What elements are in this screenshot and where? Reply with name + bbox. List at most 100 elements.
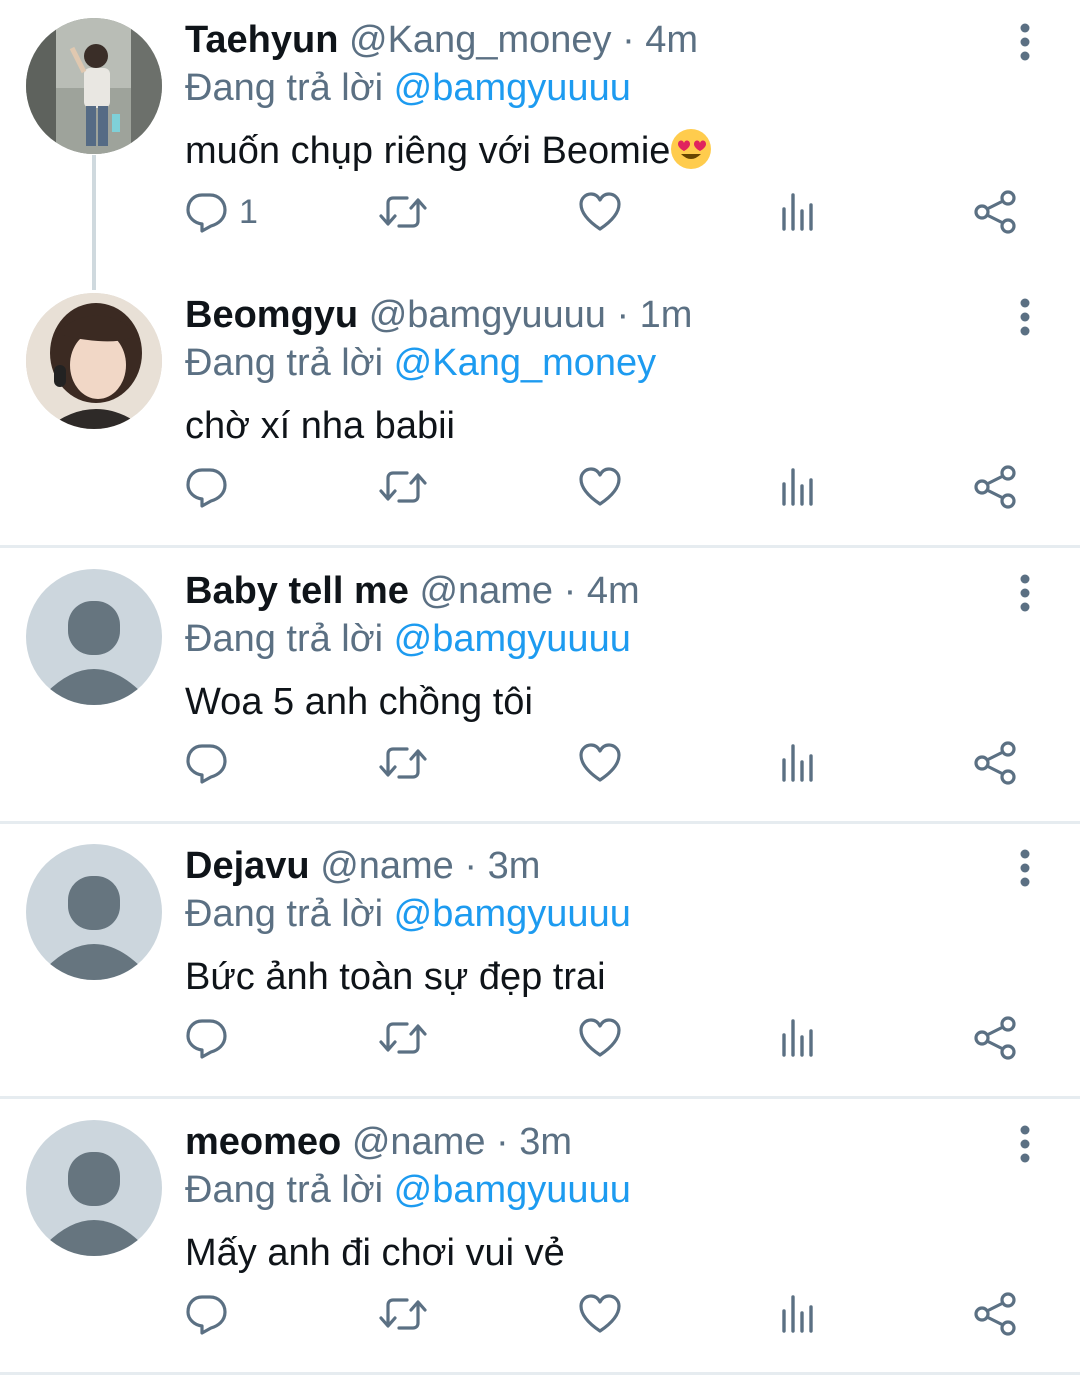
analytics-button[interactable] bbox=[775, 463, 821, 511]
share-button[interactable] bbox=[972, 188, 1018, 236]
display-name[interactable]: Beomgyu bbox=[185, 294, 358, 336]
share-button[interactable] bbox=[972, 739, 1018, 787]
analytics-button[interactable] bbox=[775, 739, 821, 787]
share-button[interactable] bbox=[972, 1290, 1018, 1338]
tweet-text: Bức ảnh toàn sự đẹp trai bbox=[185, 956, 606, 998]
reply-icon bbox=[186, 468, 227, 508]
like-button[interactable] bbox=[577, 1014, 623, 1062]
reply-to-mention[interactable]: @bamgyuuuu bbox=[394, 618, 631, 660]
user-handle[interactable]: @name bbox=[352, 1121, 486, 1163]
avatar[interactable] bbox=[26, 293, 162, 429]
more-vertical-icon bbox=[1020, 298, 1030, 336]
retweet-button[interactable] bbox=[378, 1014, 428, 1062]
heart-icon bbox=[579, 467, 621, 506]
reply-to-mention[interactable]: @Kang_money bbox=[394, 342, 657, 384]
like-button[interactable] bbox=[577, 739, 623, 787]
tweet-text: Woa 5 anh chồng tôi bbox=[185, 681, 533, 723]
analytics-button[interactable] bbox=[775, 188, 821, 236]
reply-button[interactable]: 1 bbox=[183, 188, 258, 236]
tweet-text: chờ xí nha babii bbox=[185, 405, 455, 447]
analytics-button[interactable] bbox=[775, 1014, 821, 1062]
tweet-text: muốn chụp riêng với Beomie bbox=[185, 130, 671, 172]
user-handle[interactable]: @name bbox=[419, 570, 553, 612]
analytics-icon bbox=[782, 193, 813, 231]
retweet-button[interactable] bbox=[378, 739, 428, 787]
display-name[interactable]: Baby tell me bbox=[185, 570, 409, 612]
share-button[interactable] bbox=[972, 1014, 1018, 1062]
retweet-icon bbox=[379, 1022, 427, 1054]
more-options-button[interactable] bbox=[1005, 571, 1045, 615]
display-name[interactable]: Dejavu bbox=[185, 845, 310, 887]
reply-button[interactable] bbox=[183, 463, 229, 511]
tweet-actions bbox=[0, 1014, 1080, 1062]
tweet-actions: 1 bbox=[0, 188, 1080, 236]
retweet-button[interactable] bbox=[378, 463, 428, 511]
share-icon bbox=[974, 741, 1016, 785]
reply-button[interactable] bbox=[183, 1014, 229, 1062]
default-profile-icon bbox=[26, 1120, 162, 1256]
tweet[interactable]: meomeo @name · 3m Đang trả lời @bamgyuuu… bbox=[0, 1102, 1080, 1377]
avatar[interactable] bbox=[26, 18, 162, 154]
analytics-icon bbox=[782, 468, 813, 506]
default-avatar[interactable] bbox=[26, 1120, 162, 1256]
reply-icon bbox=[186, 1295, 227, 1335]
analytics-icon bbox=[782, 1019, 813, 1057]
analytics-button[interactable] bbox=[775, 1290, 821, 1338]
like-button[interactable] bbox=[577, 188, 623, 236]
share-button[interactable] bbox=[972, 463, 1018, 511]
reply-prefix: Đang trả lời bbox=[185, 342, 384, 384]
retweet-icon bbox=[379, 196, 427, 228]
display-name[interactable]: meomeo bbox=[185, 1121, 341, 1163]
user-handle[interactable]: @name bbox=[320, 845, 454, 887]
reply-to-mention[interactable]: @bamgyuuuu bbox=[394, 893, 631, 935]
tweet-actions bbox=[0, 739, 1080, 787]
separator-dot: · bbox=[563, 570, 577, 612]
more-vertical-icon bbox=[1020, 23, 1030, 61]
heart-icon bbox=[579, 743, 621, 782]
tweet[interactable]: Baby tell me @name · 4m Đang trả lời @ba… bbox=[0, 551, 1080, 826]
timestamp[interactable]: 3m bbox=[488, 845, 541, 887]
like-button[interactable] bbox=[577, 463, 623, 511]
share-icon bbox=[974, 1292, 1016, 1336]
reply-to-mention[interactable]: @bamgyuuuu bbox=[394, 1169, 631, 1211]
tweet-actions bbox=[0, 463, 1080, 511]
more-options-button[interactable] bbox=[1005, 1122, 1045, 1166]
reply-prefix: Đang trả lời bbox=[185, 1169, 384, 1211]
reply-prefix: Đang trả lời bbox=[185, 618, 384, 660]
reply-count: 1 bbox=[239, 193, 258, 231]
more-options-button[interactable] bbox=[1005, 295, 1045, 339]
retweet-icon bbox=[379, 1298, 427, 1330]
more-options-button[interactable] bbox=[1005, 846, 1045, 890]
tweet[interactable]: Dejavu @name · 3m Đang trả lời @bamgyuuu… bbox=[0, 826, 1080, 1101]
tweet[interactable]: Taehyun @Kang_money · 4m Đang trả lời @b… bbox=[0, 0, 1080, 290]
timestamp[interactable]: 4m bbox=[645, 19, 698, 61]
tweet-text: Mấy anh đi chơi vui vẻ bbox=[185, 1232, 565, 1274]
analytics-icon bbox=[782, 1295, 813, 1333]
retweet-icon bbox=[379, 471, 427, 503]
retweet-button[interactable] bbox=[378, 188, 428, 236]
timestamp[interactable]: 1m bbox=[640, 294, 693, 336]
timestamp[interactable]: 3m bbox=[519, 1121, 572, 1163]
more-vertical-icon bbox=[1020, 849, 1030, 887]
reply-button[interactable] bbox=[183, 739, 229, 787]
reply-prefix: Đang trả lời bbox=[185, 893, 384, 935]
heart-icon bbox=[579, 192, 621, 231]
default-profile-icon bbox=[26, 844, 162, 980]
user-handle[interactable]: @bamgyuuuu bbox=[369, 294, 606, 336]
like-button[interactable] bbox=[577, 1290, 623, 1338]
retweet-button[interactable] bbox=[378, 1290, 428, 1338]
default-avatar[interactable] bbox=[26, 844, 162, 980]
tweet-text-container: muốn chụp riêng với Beomie bbox=[185, 127, 990, 175]
reply-button[interactable] bbox=[183, 1290, 229, 1338]
more-options-button[interactable] bbox=[1005, 20, 1045, 64]
tweet[interactable]: Beomgyu @bamgyuuuu · 1m Đang trả lời @Ka… bbox=[0, 275, 1080, 550]
default-avatar[interactable] bbox=[26, 569, 162, 705]
display-name[interactable]: Taehyun bbox=[185, 19, 338, 61]
reply-icon bbox=[186, 1019, 227, 1059]
user-handle[interactable]: @Kang_money bbox=[349, 19, 612, 61]
divider bbox=[0, 821, 1080, 824]
timestamp[interactable]: 4m bbox=[587, 570, 640, 612]
analytics-icon bbox=[782, 744, 813, 782]
divider bbox=[0, 1096, 1080, 1099]
reply-to-mention[interactable]: @bamgyuuuu bbox=[394, 67, 631, 109]
